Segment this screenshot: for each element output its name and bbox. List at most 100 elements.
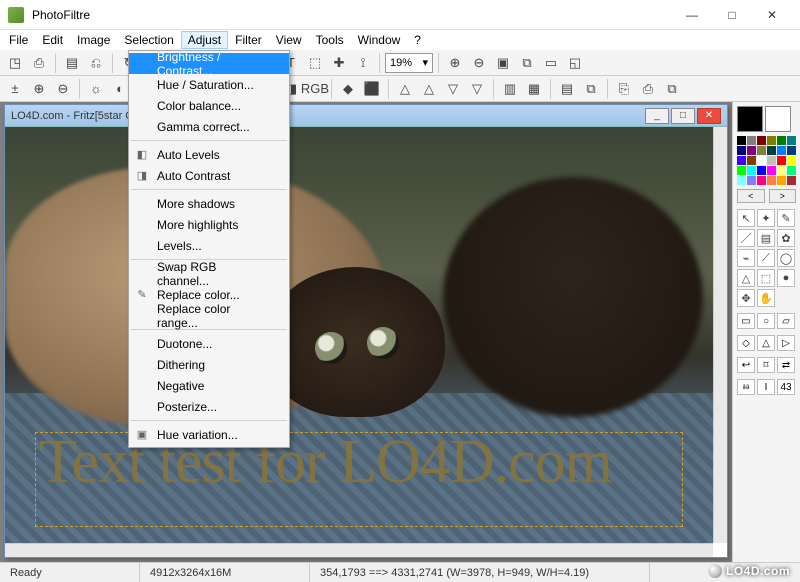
shape-2-1[interactable]: ⌑: [757, 357, 775, 373]
palette-color-11[interactable]: [787, 146, 796, 155]
palette-color-12[interactable]: [737, 156, 746, 165]
palette-color-20[interactable]: [757, 166, 766, 175]
palette-color-25[interactable]: [747, 176, 756, 185]
tb2-btn-20[interactable]: ▤: [556, 78, 578, 100]
tool-5[interactable]: ✿: [777, 229, 795, 247]
tool-8[interactable]: ◯: [777, 249, 795, 267]
palette-color-29[interactable]: [787, 176, 796, 185]
tool-6[interactable]: ⌁: [737, 249, 755, 267]
tb2-btn-1[interactable]: ⊕: [28, 78, 50, 100]
adjust-auto-contrast[interactable]: ◨Auto Contrast: [129, 165, 289, 186]
tb2-btn-17[interactable]: ▽: [466, 78, 488, 100]
adjust-more-highlights[interactable]: More highlights: [129, 214, 289, 235]
palette-color-28[interactable]: [777, 176, 786, 185]
tb2-btn-19[interactable]: ▦: [523, 78, 545, 100]
tb1b-btn-1[interactable]: ⊖: [468, 52, 490, 74]
tool-13[interactable]: ✋: [757, 289, 775, 307]
tool-3[interactable]: ／: [737, 229, 755, 247]
palette-color-19[interactable]: [747, 166, 756, 175]
tool-11[interactable]: ●: [777, 269, 795, 287]
palette-color-9[interactable]: [767, 146, 776, 155]
scrollbar-vertical[interactable]: [713, 127, 727, 543]
palette-prev-button[interactable]: <: [737, 189, 765, 203]
shape-1-0[interactable]: ◇: [737, 335, 755, 351]
palette-color-6[interactable]: [737, 146, 746, 155]
palette-color-17[interactable]: [787, 156, 796, 165]
palette-color-0[interactable]: [737, 136, 746, 145]
adjust-hue-saturation[interactable]: Hue / Saturation...: [129, 74, 289, 95]
menu-view[interactable]: View: [269, 31, 309, 49]
palette-color-2[interactable]: [757, 136, 766, 145]
adjust-auto-levels[interactable]: ◧Auto Levels: [129, 144, 289, 165]
tb2-btn-2[interactable]: ⊖: [52, 78, 74, 100]
adjust-hue-variation[interactable]: ▣Hue variation...: [129, 424, 289, 445]
tb2-btn-3[interactable]: ☼: [85, 78, 107, 100]
tb1-btn-12[interactable]: ✚: [328, 52, 350, 74]
tb2-btn-24[interactable]: ⧉: [661, 78, 683, 100]
tool-7[interactable]: ⟋: [757, 249, 775, 267]
palette-color-16[interactable]: [777, 156, 786, 165]
tb2-btn-16[interactable]: ▽: [442, 78, 464, 100]
adjust-more-shadows[interactable]: More shadows: [129, 193, 289, 214]
tb2-btn-23[interactable]: ⎙: [637, 78, 659, 100]
shape-1-2[interactable]: ▷: [777, 335, 795, 351]
tb1b-btn-5[interactable]: ◱: [564, 52, 586, 74]
palette-color-22[interactable]: [777, 166, 786, 175]
palette-color-21[interactable]: [767, 166, 776, 175]
adjust-negative[interactable]: Negative: [129, 375, 289, 396]
shape-0-2[interactable]: ▱: [777, 313, 795, 329]
tool-4[interactable]: ▤: [757, 229, 775, 247]
tb1b-btn-0[interactable]: ⊕: [444, 52, 466, 74]
palette-color-3[interactable]: [767, 136, 776, 145]
tool-10[interactable]: ⬚: [757, 269, 775, 287]
palette-color-10[interactable]: [777, 146, 786, 155]
background-color[interactable]: [765, 106, 791, 132]
adjust-gamma-correct[interactable]: Gamma correct...: [129, 116, 289, 137]
close-button[interactable]: ✕: [752, 1, 792, 29]
tb2-btn-21[interactable]: ⧉: [580, 78, 602, 100]
palette-color-13[interactable]: [747, 156, 756, 165]
tb1b-btn-3[interactable]: ⧉: [516, 52, 538, 74]
doc-minimize-button[interactable]: _: [645, 108, 669, 124]
shape-3-0[interactable]: ⎂: [737, 379, 755, 395]
menu-help[interactable]: ?: [407, 31, 428, 49]
tb1-btn-0[interactable]: ◳: [4, 52, 26, 74]
tb2-btn-22[interactable]: ⎘: [613, 78, 635, 100]
tool-1[interactable]: ✦: [757, 209, 775, 227]
shape-0-1[interactable]: ○: [757, 313, 775, 329]
palette-color-14[interactable]: [757, 156, 766, 165]
menu-tools[interactable]: Tools: [309, 31, 351, 49]
tb2-btn-14[interactable]: △: [394, 78, 416, 100]
adjust-replace-color-range[interactable]: Replace color range...: [129, 305, 289, 326]
tool-0[interactable]: ↖: [737, 209, 755, 227]
maximize-button[interactable]: □: [712, 1, 752, 29]
tb2-btn-0[interactable]: ±: [4, 78, 26, 100]
menu-window[interactable]: Window: [351, 31, 408, 49]
menu-filter[interactable]: Filter: [228, 31, 269, 49]
doc-maximize-button[interactable]: □: [671, 108, 695, 124]
menu-image[interactable]: Image: [70, 31, 117, 49]
palette-color-5[interactable]: [787, 136, 796, 145]
adjust-levels[interactable]: Levels...: [129, 235, 289, 256]
adjust-duotone[interactable]: Duotone...: [129, 333, 289, 354]
tb2-btn-11[interactable]: RGB: [304, 78, 326, 100]
tb2-btn-13[interactable]: ⬛: [361, 78, 383, 100]
tb2-btn-12[interactable]: ◆: [337, 78, 359, 100]
zoom-combo[interactable]: 19%▾: [385, 53, 433, 73]
tool-2[interactable]: ✎: [777, 209, 795, 227]
shape-2-0[interactable]: ↩: [737, 357, 755, 373]
tb1-btn-13[interactable]: ⟟: [352, 52, 374, 74]
adjust-brightness-contrast[interactable]: Brightness / Contrast...: [129, 53, 289, 74]
tb1b-btn-2[interactable]: ▣: [492, 52, 514, 74]
menu-edit[interactable]: Edit: [35, 31, 70, 49]
tb1-btn-11[interactable]: ⬚: [304, 52, 326, 74]
adjust-color-balance[interactable]: Color balance...: [129, 95, 289, 116]
palette-color-26[interactable]: [757, 176, 766, 185]
shape-1-1[interactable]: △: [757, 335, 775, 351]
tool-9[interactable]: △: [737, 269, 755, 287]
palette-color-7[interactable]: [747, 146, 756, 155]
menu-adjust[interactable]: Adjust: [181, 31, 228, 49]
menu-file[interactable]: File: [2, 31, 35, 49]
palette-color-27[interactable]: [767, 176, 776, 185]
canvas[interactable]: Text test for LO4D.com: [5, 127, 713, 543]
